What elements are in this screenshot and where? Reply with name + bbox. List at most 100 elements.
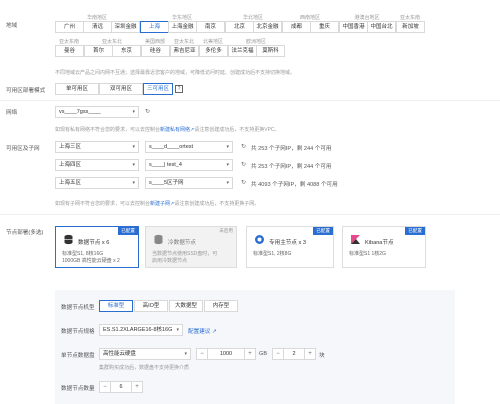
minus-icon[interactable]: −	[100, 382, 111, 392]
plus-icon[interactable]: +	[304, 349, 315, 359]
plus-icon[interactable]: +	[244, 349, 255, 359]
node-card-kibana[interactable]: 已配置 Kibana节点 标准型S1 1核2G	[342, 226, 426, 268]
model-tab-standard[interactable]: 标准型	[99, 300, 133, 312]
region-option[interactable]: 中国香港	[339, 21, 368, 33]
disk-count-unit: 块	[319, 353, 325, 359]
region-group-title: 欧洲地区	[245, 39, 266, 45]
subnet-select[interactable]: s____d____ortest ▾	[145, 141, 233, 153]
card-title: 专用主节点 x 3	[269, 240, 306, 246]
disk-count-value[interactable]: 2	[284, 349, 304, 359]
region-option[interactable]: 上海金融	[168, 21, 197, 33]
status-badge: 已配置	[405, 227, 425, 235]
disk-size-stepper[interactable]: − 1000 +	[196, 348, 256, 360]
network-note: 如现有私有网络不符合您的要求，可以去控制台新建私有网络↗请注意创建成功后，不支持…	[55, 127, 280, 133]
refresh-icon[interactable]: ↻	[241, 162, 246, 168]
zone-select[interactable]: 上海四区 ▾	[55, 159, 139, 171]
region-option[interactable]: 曼谷	[55, 45, 84, 57]
create-vpc-link[interactable]: 新建私有网络	[160, 127, 190, 133]
region-option[interactable]: 首尔	[84, 45, 113, 57]
card-title: 数据节点 x 6	[78, 240, 110, 246]
az-triple-button[interactable]: 三可用区	[143, 83, 173, 95]
node-deploy-label: 节点部署(多选)	[6, 230, 44, 236]
subnet-select[interactable]: s____| test_4 ▾	[145, 159, 233, 171]
count-label: 数据节点数量	[61, 386, 95, 392]
region-group-title: 亚太东南	[399, 15, 420, 21]
region-group-title: 亚太东北	[101, 39, 122, 45]
region-group-title: 西南地区	[299, 15, 320, 21]
spec-label: 数据节点规格	[61, 329, 95, 335]
region-option[interactable]: 重庆	[310, 21, 339, 33]
model-tab-highio[interactable]: 高IO型	[134, 300, 168, 312]
region-label: 地域	[6, 23, 18, 29]
chevron-down-icon: ▾	[184, 351, 187, 357]
region-option[interactable]: 法兰克福	[228, 45, 257, 57]
minus-icon[interactable]: −	[197, 349, 208, 359]
region-option[interactable]: 东京	[112, 45, 141, 57]
refresh-icon[interactable]: ↻	[145, 109, 150, 115]
region-option[interactable]: 中国台北	[367, 21, 396, 33]
zone-select[interactable]: 上海五区 ▾	[55, 177, 139, 189]
disk-size-value[interactable]: 1000	[208, 349, 244, 359]
node-card-master[interactable]: 已配置 专用主节点 x 3 标准型S1, 2核8G	[246, 226, 334, 268]
node-card-data[interactable]: 已配置 数据节点 x 6 标准型S1, 8核16G 1000GB 高性能云硬盘 …	[55, 226, 139, 268]
region-option[interactable]: 清远	[83, 21, 112, 33]
network-label: 网络	[6, 110, 18, 116]
region-option[interactable]: 南京	[196, 21, 225, 33]
node-count-stepper[interactable]: − 6 +	[99, 381, 143, 393]
model-label: 数据节点机型	[61, 305, 95, 311]
chevron-down-icon: ▾	[226, 162, 229, 168]
node-card-cold[interactable]: 未启用 冷数据节点 当数据节点使用SSD盘时，可 启用冷数据节点	[145, 226, 237, 268]
model-tab-memory[interactable]: 内存型	[204, 300, 238, 312]
region-group-title: 美国西部	[144, 39, 165, 45]
status-badge: 已配置	[313, 227, 333, 235]
region-option[interactable]: 成都	[282, 21, 311, 33]
chevron-down-icon: ▾	[132, 162, 135, 168]
chevron-down-icon: ▾	[226, 144, 229, 150]
region-option[interactable]: 硅谷	[141, 45, 170, 57]
status-badge: 未启用	[219, 228, 233, 233]
question-icon[interactable]: ?	[175, 85, 183, 93]
refresh-icon[interactable]: ↻	[241, 180, 246, 186]
chevron-down-icon: ▾	[132, 109, 135, 115]
model-tab-bigdata[interactable]: 大数据型	[169, 300, 203, 312]
zone-select[interactable]: 上海三区 ▾	[55, 141, 139, 153]
database-icon	[64, 234, 73, 245]
refresh-icon[interactable]: ↻	[241, 144, 246, 150]
spec-select[interactable]: ES.S1.2XLARGE16-8核16G ▾	[99, 324, 183, 336]
subnet-select[interactable]: s____5区子网 ▾	[145, 177, 233, 189]
az-double-button[interactable]: 双可用区	[99, 83, 143, 95]
plus-icon[interactable]: +	[131, 382, 142, 392]
region-option[interactable]: 广州	[55, 21, 84, 33]
region-option[interactable]: 弗吉尼亚	[170, 45, 199, 57]
az-mode-label: 可用区部署模式	[6, 88, 46, 94]
disk-count-stepper[interactable]: − 2 +	[272, 348, 316, 360]
az-single-button[interactable]: 单可用区	[55, 83, 99, 95]
region-option[interactable]: 多伦多	[199, 45, 228, 57]
region-note: 不同地域云产品之间内网不互通；选择最靠近您客户的地域，可降低访问时延、创建成功后…	[55, 70, 296, 76]
disk-label: 单节点数据盘	[61, 353, 95, 359]
spec-value: ES.S1.2XLARGE16-8核16G	[103, 327, 173, 333]
region-group-title: 亚太东北	[173, 39, 194, 45]
spec-advice-link[interactable]: 配置建议 ↗	[188, 327, 217, 335]
region-option[interactable]: 北京金融	[253, 21, 282, 33]
region-option[interactable]: 新加坡	[396, 21, 425, 33]
region-option[interactable]: 莫斯科	[256, 45, 285, 57]
subnet-value: s____5区子网	[149, 180, 184, 186]
zone-value: 上海三区	[59, 144, 82, 150]
create-subnet-link[interactable]: 新建子网	[150, 201, 170, 207]
region-option[interactable]: 北京	[225, 21, 254, 33]
zone-value: 上海四区	[59, 162, 82, 168]
disk-note: 集群购买成功后，数据盘不支持更换介质	[99, 365, 190, 371]
region-option[interactable]: 深圳金融	[111, 21, 140, 33]
kibana-icon	[351, 235, 360, 244]
node-config-panel: 数据节点机型 标准型 高IO型 大数据型 内存型 数据节点规格 ES.S1.2X…	[55, 290, 455, 404]
node-count-value[interactable]: 6	[111, 382, 131, 392]
master-node-icon	[255, 235, 264, 244]
subnet-ip-info: 共 253 个子网IP，剩 244 个可用	[251, 164, 332, 170]
minus-icon[interactable]: −	[273, 349, 284, 359]
chevron-down-icon: ▾	[176, 327, 179, 333]
disk-type-select[interactable]: 高性能云硬盘 ▾	[99, 348, 191, 360]
region-option[interactable]: 上海	[140, 21, 169, 33]
disk-unit: GB	[259, 351, 268, 357]
vpc-select[interactable]: vs____7gss____ ▾	[55, 106, 139, 118]
